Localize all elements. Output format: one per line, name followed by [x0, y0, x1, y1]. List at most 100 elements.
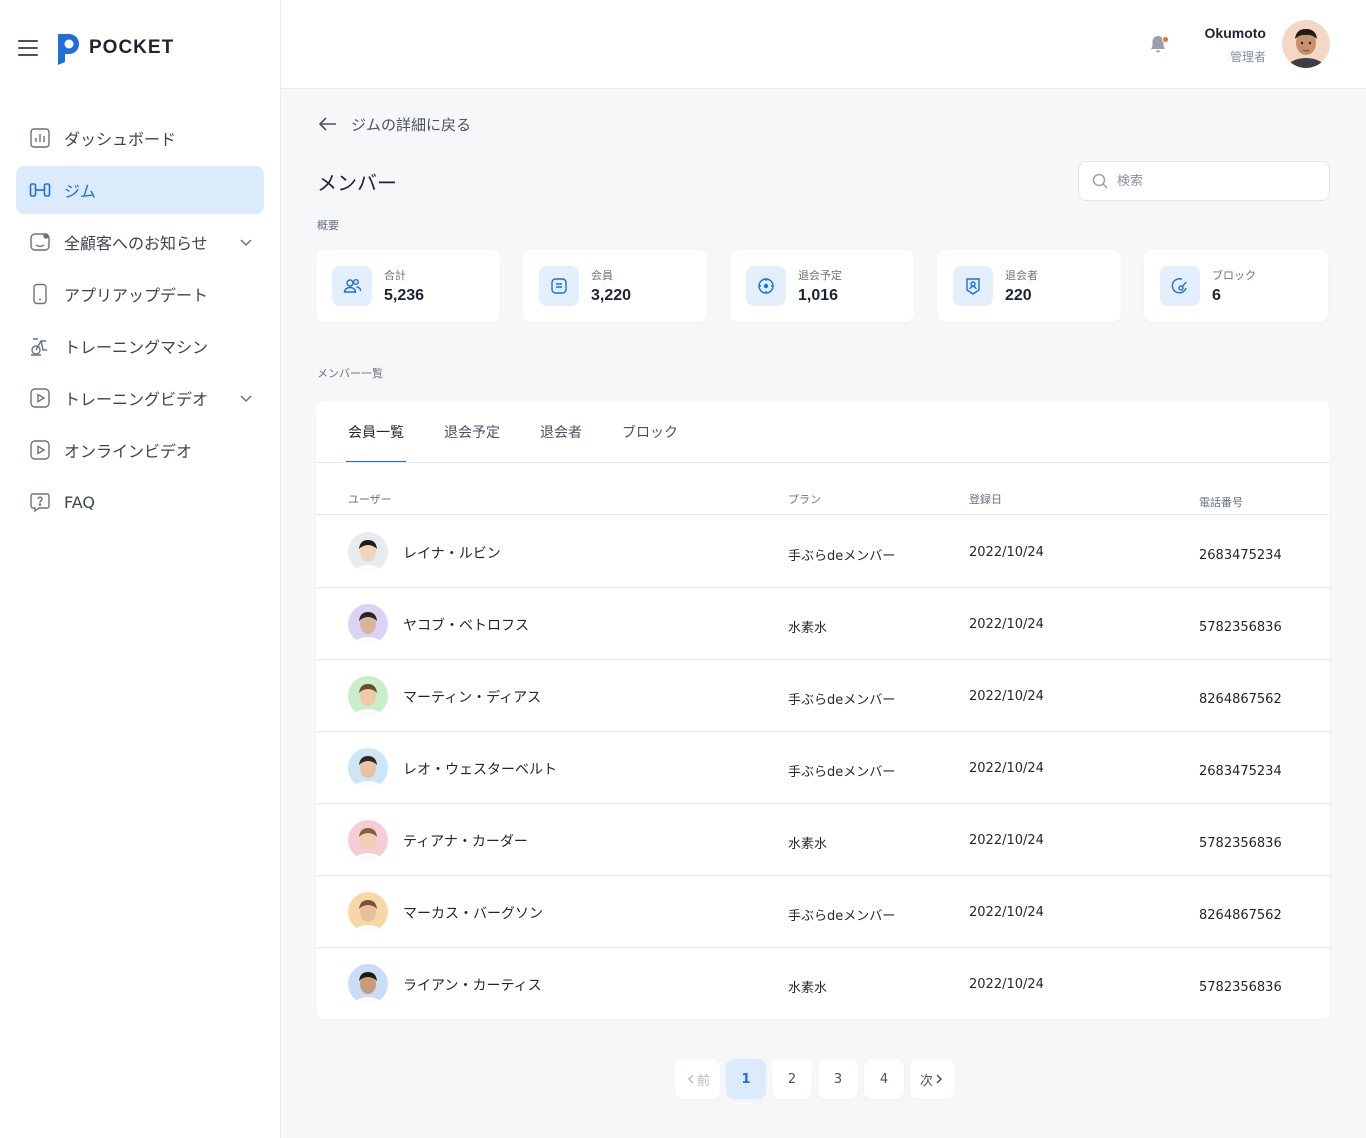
- member-name: レイナ・ルビン: [403, 546, 501, 562]
- member-name: ヤコブ・ベトロフス: [403, 618, 529, 634]
- table-row[interactable]: ティアナ・カーダー 水素水 2022/10/24 5782356836: [316, 804, 1330, 876]
- stat-label: 会員: [591, 269, 613, 282]
- user-name: Okumoto: [1204, 25, 1266, 41]
- sidebar-item-announcements[interactable]: 全顧客へのお知らせ: [16, 218, 264, 266]
- back-to-gym-link[interactable]: ジムの詳細に戻る: [317, 113, 471, 135]
- video-icon: [28, 438, 52, 462]
- table-row[interactable]: マーティン・ディアス 手ぶらdeメンバー 2022/10/24 8264867562: [316, 660, 1330, 732]
- clock-icon: [746, 266, 786, 306]
- next-page-button[interactable]: 次: [910, 1059, 956, 1099]
- avatar: [348, 748, 388, 788]
- sidebar-item-app-update[interactable]: アプリアップデート: [16, 270, 264, 318]
- stat-label: 退会者: [1005, 269, 1038, 282]
- dumbbell-icon: [28, 178, 52, 202]
- top-header: Okumoto 管理者: [281, 0, 1366, 89]
- sidebar-item-label: FAQ: [64, 492, 95, 512]
- chart-icon: [28, 126, 52, 150]
- member-registered-date: 2022/10/24: [969, 761, 1044, 776]
- sidebar-item-training-machine[interactable]: トレーニングマシン: [16, 322, 264, 370]
- member-tabs: 会員一覧 退会予定 退会者 ブロック: [346, 401, 716, 463]
- search-input[interactable]: [1117, 173, 1307, 189]
- chevron-right-icon: [936, 1074, 943, 1084]
- member-registered-date: 2022/10/24: [969, 689, 1044, 704]
- next-label: 次: [920, 1073, 934, 1089]
- member-plan: 手ぶらdeメンバー: [788, 549, 896, 564]
- table-row[interactable]: ライアン・カーティス 水素水 2022/10/24 5782356836: [316, 948, 1330, 1020]
- tab-members[interactable]: 会員一覧: [346, 401, 406, 463]
- sidebar-item-label: トレーニングビデオ: [64, 390, 209, 409]
- sidebar-item-label: 全顧客へのお知らせ: [64, 234, 208, 253]
- help-icon: [28, 490, 52, 514]
- sidebar-item-label: トレーニングマシン: [64, 338, 209, 357]
- prev-label: 前: [697, 1073, 711, 1089]
- page-button-2[interactable]: 2: [772, 1059, 813, 1099]
- sidebar-item-label: アプリアップデート: [64, 286, 209, 305]
- table-row[interactable]: ヤコブ・ベトロフス 水素水 2022/10/24 5782356836: [316, 588, 1330, 660]
- page-button-3[interactable]: 3: [818, 1059, 859, 1099]
- user-role: 管理者: [1229, 50, 1266, 64]
- prev-page-button[interactable]: 前: [675, 1059, 721, 1099]
- column-header-user[interactable]: ユーザー: [348, 491, 392, 507]
- block-icon: [1160, 266, 1200, 306]
- page-title: メンバー: [317, 171, 397, 195]
- member-table-card: 会員一覧 退会予定 退会者 ブロック ユーザー プラン 登録日 電話番号 レイナ…: [316, 401, 1330, 1019]
- member-phone: 2683475234: [1199, 764, 1282, 779]
- member-phone: 5782356836: [1199, 620, 1282, 635]
- page-button-4[interactable]: 4: [864, 1059, 905, 1099]
- column-header-plan[interactable]: プラン: [788, 491, 821, 507]
- member-registered-date: 2022/10/24: [969, 545, 1044, 560]
- arrow-left-icon: [318, 117, 336, 131]
- sidebar-item-gym[interactable]: ジム: [16, 166, 264, 214]
- search-icon: [1092, 173, 1108, 189]
- tab-blocked[interactable]: ブロック: [620, 401, 680, 463]
- pagination: 前 1 2 3 4 次: [675, 1059, 961, 1099]
- stat-card-left: 退会者 220: [937, 250, 1121, 322]
- stat-value: 3,220: [591, 287, 632, 304]
- tab-left[interactable]: 退会者: [538, 401, 584, 463]
- logo[interactable]: POCKET: [56, 31, 174, 65]
- announcement-icon: [28, 230, 52, 254]
- avatar: [348, 820, 388, 860]
- stat-value: 220: [1005, 287, 1032, 304]
- stat-value: 5,236: [384, 287, 425, 304]
- member-phone: 5782356836: [1199, 980, 1282, 995]
- avatar: [348, 676, 388, 716]
- sidebar-item-dashboard[interactable]: ダッシュボード: [16, 114, 264, 162]
- logo-text: POCKET: [89, 37, 175, 58]
- member-name: ティアナ・カーダー: [403, 834, 528, 850]
- chevron-down-icon[interactable]: [238, 390, 254, 406]
- back-link-label: ジムの詳細に戻る: [351, 115, 472, 134]
- table-row[interactable]: レイナ・ルビン 手ぶらdeメンバー 2022/10/24 2683475234: [316, 516, 1330, 588]
- sidebar-item-online-video[interactable]: オンラインビデオ: [16, 426, 264, 474]
- member-card-icon: [539, 266, 579, 306]
- stat-card-total: 合計 5,236: [316, 250, 500, 322]
- search-box[interactable]: [1078, 161, 1330, 201]
- sidebar: POCKET ダッシュボード ジム 全顧客へのお知らせ アプリアップデート トレ…: [0, 0, 281, 1138]
- member-phone: 8264867562: [1199, 908, 1282, 923]
- member-registered-date: 2022/10/24: [969, 833, 1044, 848]
- table-row[interactable]: レオ・ウェスターベルト 手ぶらdeメンバー 2022/10/24 2683475234: [316, 732, 1330, 804]
- table-row[interactable]: マーカス・バーグソン 手ぶらdeメンバー 2022/10/24 8264867562: [316, 876, 1330, 948]
- member-plan: 手ぶらdeメンバー: [788, 765, 896, 780]
- member-registered-date: 2022/10/24: [969, 905, 1044, 920]
- pocket-logo-icon: [58, 34, 79, 65]
- video-icon: [28, 386, 52, 410]
- sidebar-item-faq[interactable]: FAQ: [16, 478, 264, 526]
- stats-row: 合計 5,236 会員 3,220 退会予定 1,016 退会者 220 ブロッ…: [316, 250, 1328, 322]
- menu-icon[interactable]: [18, 40, 38, 56]
- tab-leaving[interactable]: 退会予定: [442, 401, 502, 463]
- page-button-1[interactable]: 1: [726, 1059, 767, 1099]
- notification-bell-icon[interactable]: [1147, 33, 1169, 55]
- sidebar-nav: ダッシュボード ジム 全顧客へのお知らせ アプリアップデート トレーニングマシン…: [16, 114, 264, 530]
- chevron-down-icon[interactable]: [238, 234, 254, 250]
- user-avatar[interactable]: [1282, 20, 1330, 68]
- overview-label: 概要: [317, 219, 339, 232]
- sidebar-item-training-video[interactable]: トレーニングビデオ: [16, 374, 264, 422]
- column-header-phone[interactable]: 電話番号: [1199, 494, 1243, 510]
- avatar: [348, 892, 388, 932]
- member-list-label: メンバー一覧: [317, 367, 383, 380]
- notification-dot: [1162, 36, 1169, 43]
- member-name: ライアン・カーティス: [403, 978, 542, 994]
- column-header-date[interactable]: 登録日: [969, 491, 1002, 507]
- member-plan: 水素水: [788, 981, 828, 996]
